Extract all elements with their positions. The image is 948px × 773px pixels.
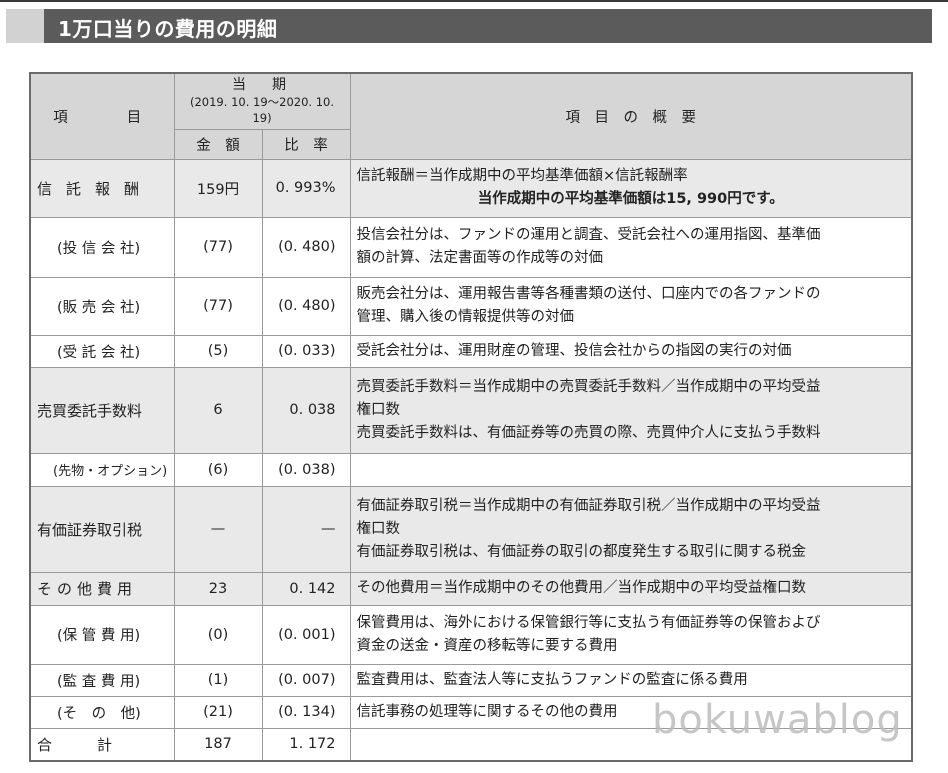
period-dates: (2019. 10. 19～2020. 10. 19): [190, 95, 335, 126]
table-row: 売買委託手数料 6 0. 038 売買委託手数料＝当作成期中の売買委託手数料／当…: [29, 366, 913, 454]
top-rule: [0, 0, 948, 2]
total-amount: 187: [173, 727, 263, 762]
table-row: (受 託 会 社) (5) (0. 033) 受託会社分は、運用財産の管理、投信…: [29, 334, 913, 368]
row-description: [349, 452, 913, 487]
table-row: 有価証券取引税 — — 有価証券取引税＝当作成期中の有価証券取引税／当作成期中の…: [29, 485, 913, 573]
row-amount: (21): [173, 695, 263, 729]
row-rate: 0. 038: [261, 366, 351, 454]
header-rate: 比 率: [261, 128, 351, 160]
row-description: 信託報酬＝当作成期中の平均基準価額×信託報酬率 当作成期中の平均基準価額は15,…: [349, 158, 913, 218]
row-amount: (6): [173, 452, 263, 487]
row-description: その他費用＝当作成期中のその他費用／当作成期中の平均受益権口数: [349, 571, 913, 606]
row-amount: (77): [173, 216, 263, 278]
table-row: (先物・オプション) (6) (0. 038): [29, 452, 913, 487]
header-period: 当 期 (2019. 10. 19～2020. 10. 19): [173, 72, 351, 130]
table-row: (販 売 会 社) (77) (0. 480) 販売会社分は、運用報告書等各種書…: [29, 276, 913, 336]
row-description: 受託会社分は、運用財産の管理、投信会社からの指図の実行の対価: [349, 334, 913, 368]
row-rate: (0. 001): [261, 604, 351, 665]
section-title: 1万口当りの費用の明細: [58, 17, 278, 41]
row-item: (保 管 費 用): [29, 604, 175, 665]
table-row: その他費用 23 0. 142 その他費用＝当作成期中のその他費用／当作成期中の…: [29, 571, 913, 606]
row-description: 売買委託手数料＝当作成期中の売買委託手数料／当作成期中の平均受益 権口数 売買委託手…: [349, 366, 913, 454]
header-tab: [6, 9, 44, 43]
row-amount: —: [173, 485, 263, 573]
row-item: その他費用: [29, 571, 175, 606]
row-rate: (0. 038): [261, 452, 351, 487]
row-item: (受 託 会 社): [29, 334, 175, 368]
row-description: 監査費用は、監査法人等に支払うファンドの監査に係る費用: [349, 663, 913, 697]
header-summary: 項 目 の 概 要: [349, 72, 913, 160]
table-row: 信託報酬 159円 0. 993% 信託報酬＝当作成期中の平均基準価額×信託報酬…: [29, 158, 913, 218]
row-item: (販 売 会 社): [29, 276, 175, 336]
row-amount: (77): [173, 276, 263, 336]
total-rate: 1. 172: [261, 727, 351, 762]
row-amount: (1): [173, 663, 263, 697]
row-description: 有価証券取引税＝当作成期中の有価証券取引税／当作成期中の平均受益 権口数 有価証券取…: [349, 485, 913, 573]
header-item: 項 目: [29, 72, 175, 160]
row-rate: —: [261, 485, 351, 573]
row-rate: 0. 142: [261, 571, 351, 606]
row-amount: 23: [173, 571, 263, 606]
row-rate: (0. 480): [261, 276, 351, 336]
watermark: bokuwablog: [652, 697, 903, 743]
row-rate: (0. 480): [261, 216, 351, 278]
row-item: 信託報酬: [29, 158, 175, 218]
row-item: (先物・オプション): [29, 452, 175, 487]
table-row: (投 信 会 社) (77) (0. 480) 投信会社分は、ファンドの運用と調…: [29, 216, 913, 278]
row-rate: (0. 007): [261, 663, 351, 697]
fee-breakdown-table: 項 目 当 期 (2019. 10. 19～2020. 10. 19) 項 目 …: [29, 72, 914, 762]
row-rate: (0. 134): [261, 695, 351, 729]
header-amount: 金 額: [173, 128, 263, 160]
table-row: (保 管 費 用) (0) (0. 001) 保管費用は、海外における保管銀行等…: [29, 604, 913, 665]
row-description: 保管費用は、海外における保管銀行等に支払う有価証券等の保管および 資金の送金・資産…: [349, 604, 913, 665]
row-rate: 0. 993%: [261, 158, 351, 218]
row-amount: (0): [173, 604, 263, 665]
row-item: 売買委託手数料: [29, 366, 175, 454]
row-description: 販売会社分は、運用報告書等各種書類の送付、口座内での各ファンドの 管理、購入後の情…: [349, 276, 913, 336]
row-item: (そ の 他): [29, 695, 175, 729]
row-rate: (0. 033): [261, 334, 351, 368]
row-item: (投 信 会 社): [29, 216, 175, 278]
table-row: (監 査 費 用) (1) (0. 007) 監査費用は、監査法人等に支払うファ…: [29, 663, 913, 697]
row-item: 有価証券取引税: [29, 485, 175, 573]
row-item: (監 査 費 用): [29, 663, 175, 697]
total-label: 合 計: [29, 727, 175, 762]
row-amount: 6: [173, 366, 263, 454]
row-amount: (5): [173, 334, 263, 368]
row-amount: 159円: [173, 158, 263, 218]
row-description: 投信会社分は、ファンドの運用と調査、受託会社への運用指図、基準価 額の計算、法定書…: [349, 216, 913, 278]
period-label: 当 期: [232, 77, 292, 94]
section-header: 1万口当りの費用の明細: [6, 9, 932, 43]
